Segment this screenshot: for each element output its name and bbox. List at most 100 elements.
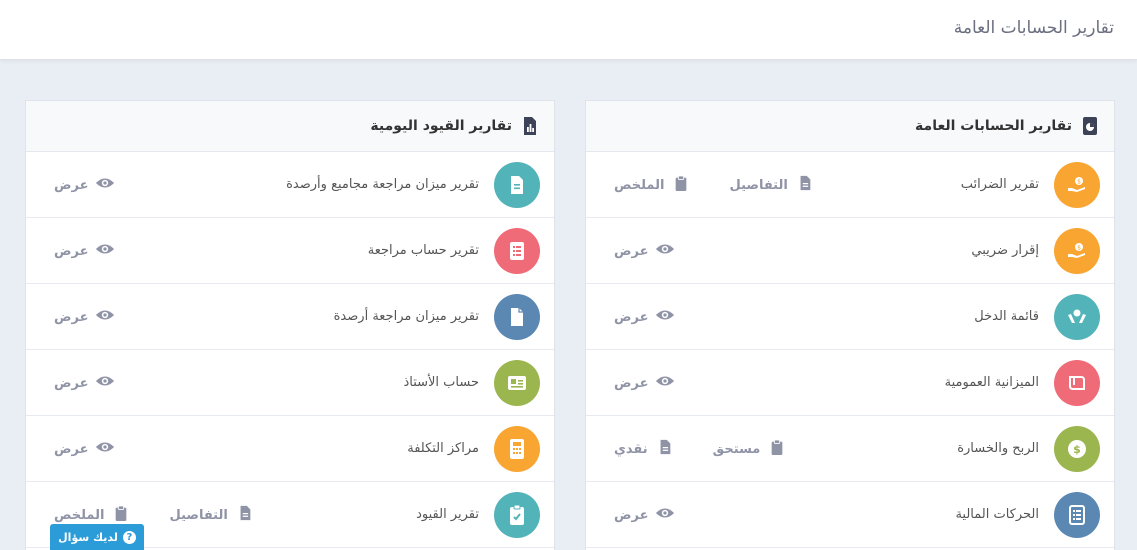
report-list: $ تقرير الضرائب الملخص التفاصيل $ إقرار ضريبي… <box>586 152 1114 548</box>
action-label: مستحق <box>712 441 761 457</box>
hand-money-icon: $ <box>1054 161 1100 208</box>
report-row: مراكز التكلفة عرض <box>26 416 554 482</box>
row-actions: عرض <box>614 284 675 350</box>
checklist-icon <box>494 227 540 274</box>
list-icon <box>1054 491 1100 538</box>
row-actions: عرض <box>54 350 115 416</box>
action-label: التفاصيل <box>169 507 228 523</box>
eye-icon <box>95 307 115 327</box>
hands-coin-icon <box>1054 293 1100 340</box>
file-icon <box>235 505 255 525</box>
action-label: عرض <box>54 309 89 325</box>
row-actions: عرض <box>54 152 115 218</box>
report-row: $ الربح والخسارة نقدي مستحق <box>586 416 1114 482</box>
action-link[interactable]: التفاصيل <box>169 505 254 525</box>
report-row: قائمة الدخل عرض <box>586 284 1114 350</box>
action-link[interactable]: عرض <box>614 373 675 393</box>
dollar-badge-icon: $ <box>1054 425 1100 472</box>
report-row: تقرير ميزان مراجعة مجاميع وأرصدة عرض <box>26 152 554 218</box>
report-label: تقرير ميزان مراجعة مجاميع وأرصدة <box>286 177 479 192</box>
report-label: حساب الأستاذ <box>403 375 479 390</box>
action-link[interactable]: التفاصيل <box>729 175 814 195</box>
eye-icon <box>95 175 115 195</box>
action-link[interactable]: عرض <box>614 505 675 525</box>
row-actions: نقدي مستحق <box>614 416 787 482</box>
general-accounts-reports-card: تقارير الحسابات العامة $ تقرير الضرائب الم… <box>585 100 1115 550</box>
action-label: عرض <box>614 507 649 523</box>
report-label: الربح والخسارة <box>957 441 1039 456</box>
action-link[interactable]: الملخص <box>614 175 691 195</box>
action-link[interactable]: عرض <box>54 175 115 195</box>
action-label: عرض <box>54 375 89 391</box>
action-label: الملخص <box>54 507 105 523</box>
card-header: تقارير القيود اليومية <box>26 101 554 152</box>
help-button[interactable]: ? لديك سؤال <box>50 524 144 550</box>
report-label: تقرير القيود <box>416 507 479 522</box>
action-link[interactable]: نقدي <box>614 439 675 459</box>
action-label: الملخص <box>614 177 665 193</box>
clipboard-icon <box>671 175 691 195</box>
action-link[interactable]: مستحق <box>713 439 788 459</box>
report-label: الحركات المالية <box>955 507 1039 522</box>
action-link[interactable]: عرض <box>54 307 115 327</box>
card-header: تقارير الحسابات العامة <box>586 101 1114 152</box>
calculator-icon <box>494 425 540 472</box>
top-bar: تقارير الحسابات العامة <box>0 0 1137 60</box>
action-link[interactable]: عرض <box>614 241 675 261</box>
action-link[interactable]: عرض <box>54 241 115 261</box>
action-link[interactable]: الملخص <box>54 505 131 525</box>
scroll-icon <box>1054 359 1100 406</box>
clipboard-icon <box>111 505 131 525</box>
card-title: تقارير القيود اليومية <box>370 118 512 134</box>
report-label: الميزانية العمومية <box>944 375 1039 390</box>
clipboard-icon <box>767 439 787 459</box>
file-chart-icon <box>520 116 540 136</box>
report-label: تقرير ميزان مراجعة أرصدة <box>333 309 479 324</box>
eye-icon <box>655 241 675 261</box>
eye-icon <box>655 307 675 327</box>
report-row: حساب الأستاذ عرض <box>26 350 554 416</box>
action-label: عرض <box>54 243 89 259</box>
page-title: تقارير الحسابات العامة <box>953 18 1114 38</box>
report-label: مراكز التكلفة <box>407 441 479 456</box>
question-icon: ? <box>122 530 136 544</box>
row-actions: عرض <box>54 284 115 350</box>
help-label: لديك سؤال <box>58 530 118 544</box>
action-label: عرض <box>614 309 649 325</box>
row-actions: عرض <box>54 218 115 284</box>
report-row: $ تقرير الضرائب الملخص التفاصيل <box>586 152 1114 218</box>
report-row: تقرير حساب مراجعة عرض <box>26 218 554 284</box>
action-label: عرض <box>614 243 649 259</box>
id-card-icon <box>494 359 540 406</box>
eye-icon <box>95 241 115 261</box>
action-label: التفاصيل <box>729 177 788 193</box>
row-actions: عرض <box>614 482 675 548</box>
report-label: تقرير الضرائب <box>960 177 1039 192</box>
svg-text:$: $ <box>1077 178 1081 185</box>
pie-chart-icon <box>1080 116 1100 136</box>
report-row: الحركات المالية عرض <box>586 482 1114 548</box>
journal-reports-card: تقارير القيود اليومية تقرير ميزان مراجعة… <box>25 100 555 550</box>
eye-icon <box>95 439 115 459</box>
action-link[interactable]: عرض <box>54 373 115 393</box>
eye-icon <box>655 373 675 393</box>
report-label: إقرار ضريبي <box>971 243 1039 258</box>
file-icon <box>655 439 675 459</box>
hand-money-icon: $ <box>1054 227 1100 274</box>
svg-text:$: $ <box>1073 443 1081 456</box>
report-row: تقرير ميزان مراجعة أرصدة عرض <box>26 284 554 350</box>
action-link[interactable]: عرض <box>614 307 675 327</box>
row-actions: الملخص التفاصيل <box>614 152 815 218</box>
file-icon <box>795 175 815 195</box>
action-label: عرض <box>54 441 89 457</box>
eye-icon <box>95 373 115 393</box>
document-icon <box>494 161 540 208</box>
clipboard-check-icon <box>494 491 540 538</box>
report-row: $ إقرار ضريبي عرض <box>586 218 1114 284</box>
card-title: تقارير الحسابات العامة <box>915 118 1072 134</box>
file-icon <box>494 293 540 340</box>
action-label: نقدي <box>614 441 648 457</box>
action-link[interactable]: عرض <box>54 439 115 459</box>
row-actions: عرض <box>614 350 675 416</box>
action-label: عرض <box>614 375 649 391</box>
